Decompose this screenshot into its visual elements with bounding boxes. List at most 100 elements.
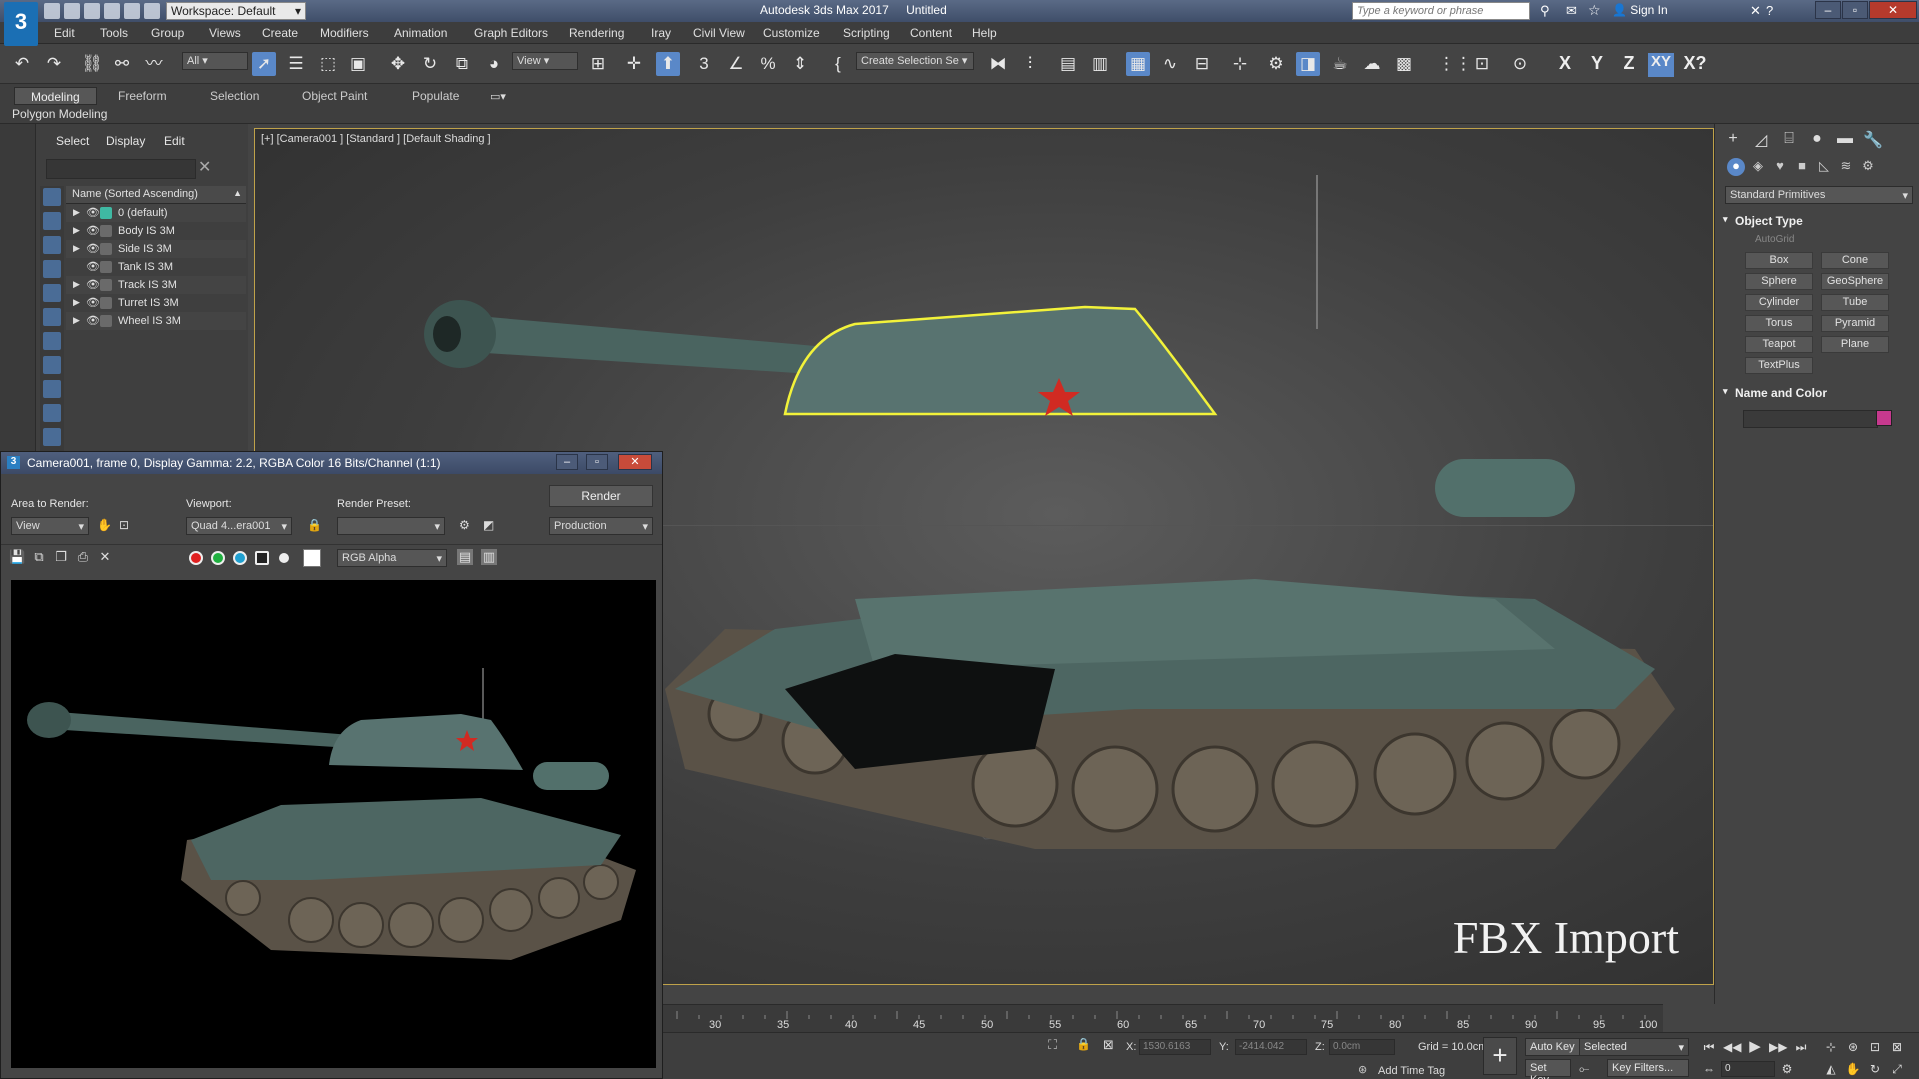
project-folder-icon[interactable] — [144, 3, 160, 19]
axis-constraint-button[interactable]: X? — [1682, 53, 1708, 77]
select-and-move-icon[interactable]: ✥ — [386, 52, 410, 76]
redo-icon[interactable]: ↷ — [42, 52, 66, 76]
motion-tab-icon[interactable]: ● — [1807, 130, 1827, 150]
sign-in-button[interactable]: 👤 Sign In — [1612, 3, 1668, 17]
window-crossing-icon[interactable]: ▣ — [346, 52, 370, 76]
save-image-icon[interactable]: 💾 — [9, 549, 25, 565]
menu-rendering[interactable]: Rendering — [569, 26, 624, 40]
render-production-icon[interactable]: ☕ — [1328, 52, 1352, 76]
field-of-view-icon[interactable]: ◭ — [1823, 1061, 1839, 1077]
menu-help[interactable]: Help — [972, 26, 997, 40]
rectangular-selection-icon[interactable]: ⬚ — [316, 52, 340, 76]
torus-button[interactable]: Torus — [1745, 315, 1813, 332]
space-warps-category-icon[interactable]: ≋ — [1837, 158, 1855, 176]
menu-iray[interactable]: Iray — [651, 26, 671, 40]
set-key-big-button[interactable]: + — [1483, 1037, 1517, 1075]
expand-arrow-icon[interactable]: ▶ — [73, 243, 80, 254]
auto-select-region-icon[interactable]: ⊡ — [119, 518, 129, 532]
primitive-type-dropdown[interactable]: Standard Primitives ▾ — [1725, 186, 1913, 204]
modify-tab-icon[interactable]: ◿ — [1751, 130, 1771, 150]
visibility-eye-icon[interactable]: 👁 — [86, 296, 100, 309]
menu-modifiers[interactable]: Modifiers — [320, 26, 369, 40]
display-xrefs-icon[interactable] — [43, 356, 61, 374]
geometry-category-icon[interactable]: ● — [1727, 158, 1745, 176]
explorer-row[interactable]: ▶ 👁 Track IS 3M — [66, 276, 246, 294]
time-configuration-icon[interactable]: ⚙ — [1779, 1061, 1795, 1077]
lock-viewport-icon[interactable]: 🔒 — [307, 518, 322, 532]
axis-z-button[interactable]: Z — [1616, 53, 1642, 77]
align-icon[interactable]: ⫶ — [1018, 52, 1042, 76]
select-and-rotate-icon[interactable]: ↻ — [418, 52, 442, 76]
new-file-icon[interactable] — [44, 3, 60, 19]
isolate-icon[interactable]: ⊙ — [1508, 52, 1532, 76]
help-icon[interactable]: ? — [1766, 3, 1773, 18]
production-dropdown[interactable]: Production ▾ — [549, 517, 653, 535]
menu-edit[interactable]: Edit — [54, 26, 75, 40]
undo-icon[interactable]: ↶ — [10, 52, 34, 76]
save-file-icon[interactable] — [84, 3, 100, 19]
display-tab-icon[interactable]: ▬ — [1835, 130, 1855, 150]
reference-coordinate-dropdown[interactable]: View ▾ — [512, 52, 578, 70]
tube-button[interactable]: Tube — [1821, 294, 1889, 311]
selection-lock-icon[interactable]: ⛶ — [1048, 1037, 1057, 1053]
close-button[interactable]: ✕ — [1869, 1, 1917, 19]
exchange-apps-icon[interactable]: ✕ — [1750, 3, 1761, 19]
snap-grid-icon[interactable]: ⊡ — [1470, 52, 1494, 76]
create-tab-icon[interactable]: + — [1723, 130, 1743, 150]
zoom-extents-icon[interactable]: ⊡ — [1867, 1039, 1883, 1055]
minimize-button[interactable]: – — [1815, 1, 1841, 19]
polygon-modeling-panel[interactable]: Polygon Modeling — [12, 107, 107, 121]
explorer-row[interactable]: 👁 Tank IS 3M — [66, 258, 246, 276]
geosphere-button[interactable]: GeoSphere — [1821, 273, 1889, 290]
visibility-eye-icon[interactable]: 👁 — [86, 260, 100, 273]
spinner-snap-icon[interactable]: ⇕ — [788, 52, 812, 76]
hierarchy-tab-icon[interactable]: ⌸ — [1779, 130, 1799, 150]
scene-explorer-icon[interactable]: ▤ — [1056, 52, 1080, 76]
a360-gallery-icon[interactable]: ▩ — [1392, 52, 1416, 76]
percent-snap-icon[interactable]: % — [756, 52, 780, 76]
explorer-row[interactable]: ▶ 👁 Body IS 3M — [66, 222, 246, 240]
key-mode-dropdown[interactable]: Selected ▾ — [1579, 1038, 1689, 1056]
object-type-rollout[interactable]: ▾ Object Type — [1721, 212, 1915, 230]
menu-animation[interactable]: Animation — [394, 26, 447, 40]
render-window-close-button[interactable]: ✕ — [618, 454, 652, 470]
zoom-all-icon[interactable]: ⊛ — [1845, 1039, 1861, 1055]
utilities-tab-icon[interactable]: 🔧 — [1863, 130, 1883, 150]
lights-category-icon[interactable]: ♥ — [1771, 158, 1789, 176]
explorer-row[interactable]: ▶ 👁 Turret IS 3M — [66, 294, 246, 312]
snaps-toggle-icon[interactable]: 3 — [692, 52, 716, 76]
key-mode-toggle-icon[interactable]: ⇔ — [1701, 1061, 1717, 1077]
object-color-swatch[interactable] — [1876, 410, 1892, 426]
curve-editor-icon[interactable]: ∿ — [1158, 52, 1182, 76]
viewport-dropdown[interactable]: Quad 4...era001 ▾ — [186, 517, 292, 535]
green-channel-toggle[interactable] — [211, 551, 225, 565]
go-to-start-icon[interactable]: ⏮ — [1701, 1039, 1717, 1055]
render-setup-icon[interactable]: ⚙ — [459, 518, 470, 532]
undo-icon[interactable] — [104, 3, 120, 19]
name-and-color-rollout[interactable]: ▾ Name and Color — [1721, 384, 1915, 402]
explorer-row[interactable]: ▶ 👁 Wheel IS 3M — [66, 312, 246, 330]
angle-snap-icon[interactable]: ∠ — [724, 52, 748, 76]
area-to-render-dropdown[interactable]: View ▾ — [11, 517, 89, 535]
sphere-button[interactable]: Sphere — [1745, 273, 1813, 290]
explorer-row[interactable]: ▶ 👁 Side IS 3M — [66, 240, 246, 258]
axis-xy-button[interactable]: XY — [1648, 53, 1674, 77]
y-coord-input[interactable]: -2414.042 — [1235, 1039, 1307, 1055]
background-color-swatch[interactable] — [303, 549, 321, 567]
ribbon-toggle-icon[interactable]: ▦ — [1126, 52, 1150, 76]
explorer-row[interactable]: ▶ 👁 0 (default) — [66, 204, 246, 222]
clone-window-icon[interactable]: ❐ — [53, 549, 69, 565]
maximize-button[interactable]: ▫ — [1842, 1, 1868, 19]
explorer-menu-edit[interactable]: Edit — [164, 134, 185, 148]
render-in-cloud-icon[interactable]: ☁ — [1360, 52, 1384, 76]
display-bones-icon[interactable] — [43, 380, 61, 398]
default-in-out-tangent-icon[interactable]: ⟜ — [1579, 1061, 1589, 1077]
explorer-column-header[interactable]: Name (Sorted Ascending) ▲ — [66, 186, 246, 204]
visibility-eye-icon[interactable]: 👁 — [86, 314, 100, 327]
orbit-icon[interactable]: ↻ — [1867, 1061, 1883, 1077]
go-to-end-icon[interactable]: ⏭ — [1793, 1039, 1809, 1055]
link-icon[interactable]: ⛓ — [80, 52, 104, 76]
selection-filter-dropdown[interactable]: All ▾ — [182, 52, 248, 70]
edit-named-selection-icon[interactable]: { — [826, 52, 850, 76]
red-channel-toggle[interactable] — [189, 551, 203, 565]
